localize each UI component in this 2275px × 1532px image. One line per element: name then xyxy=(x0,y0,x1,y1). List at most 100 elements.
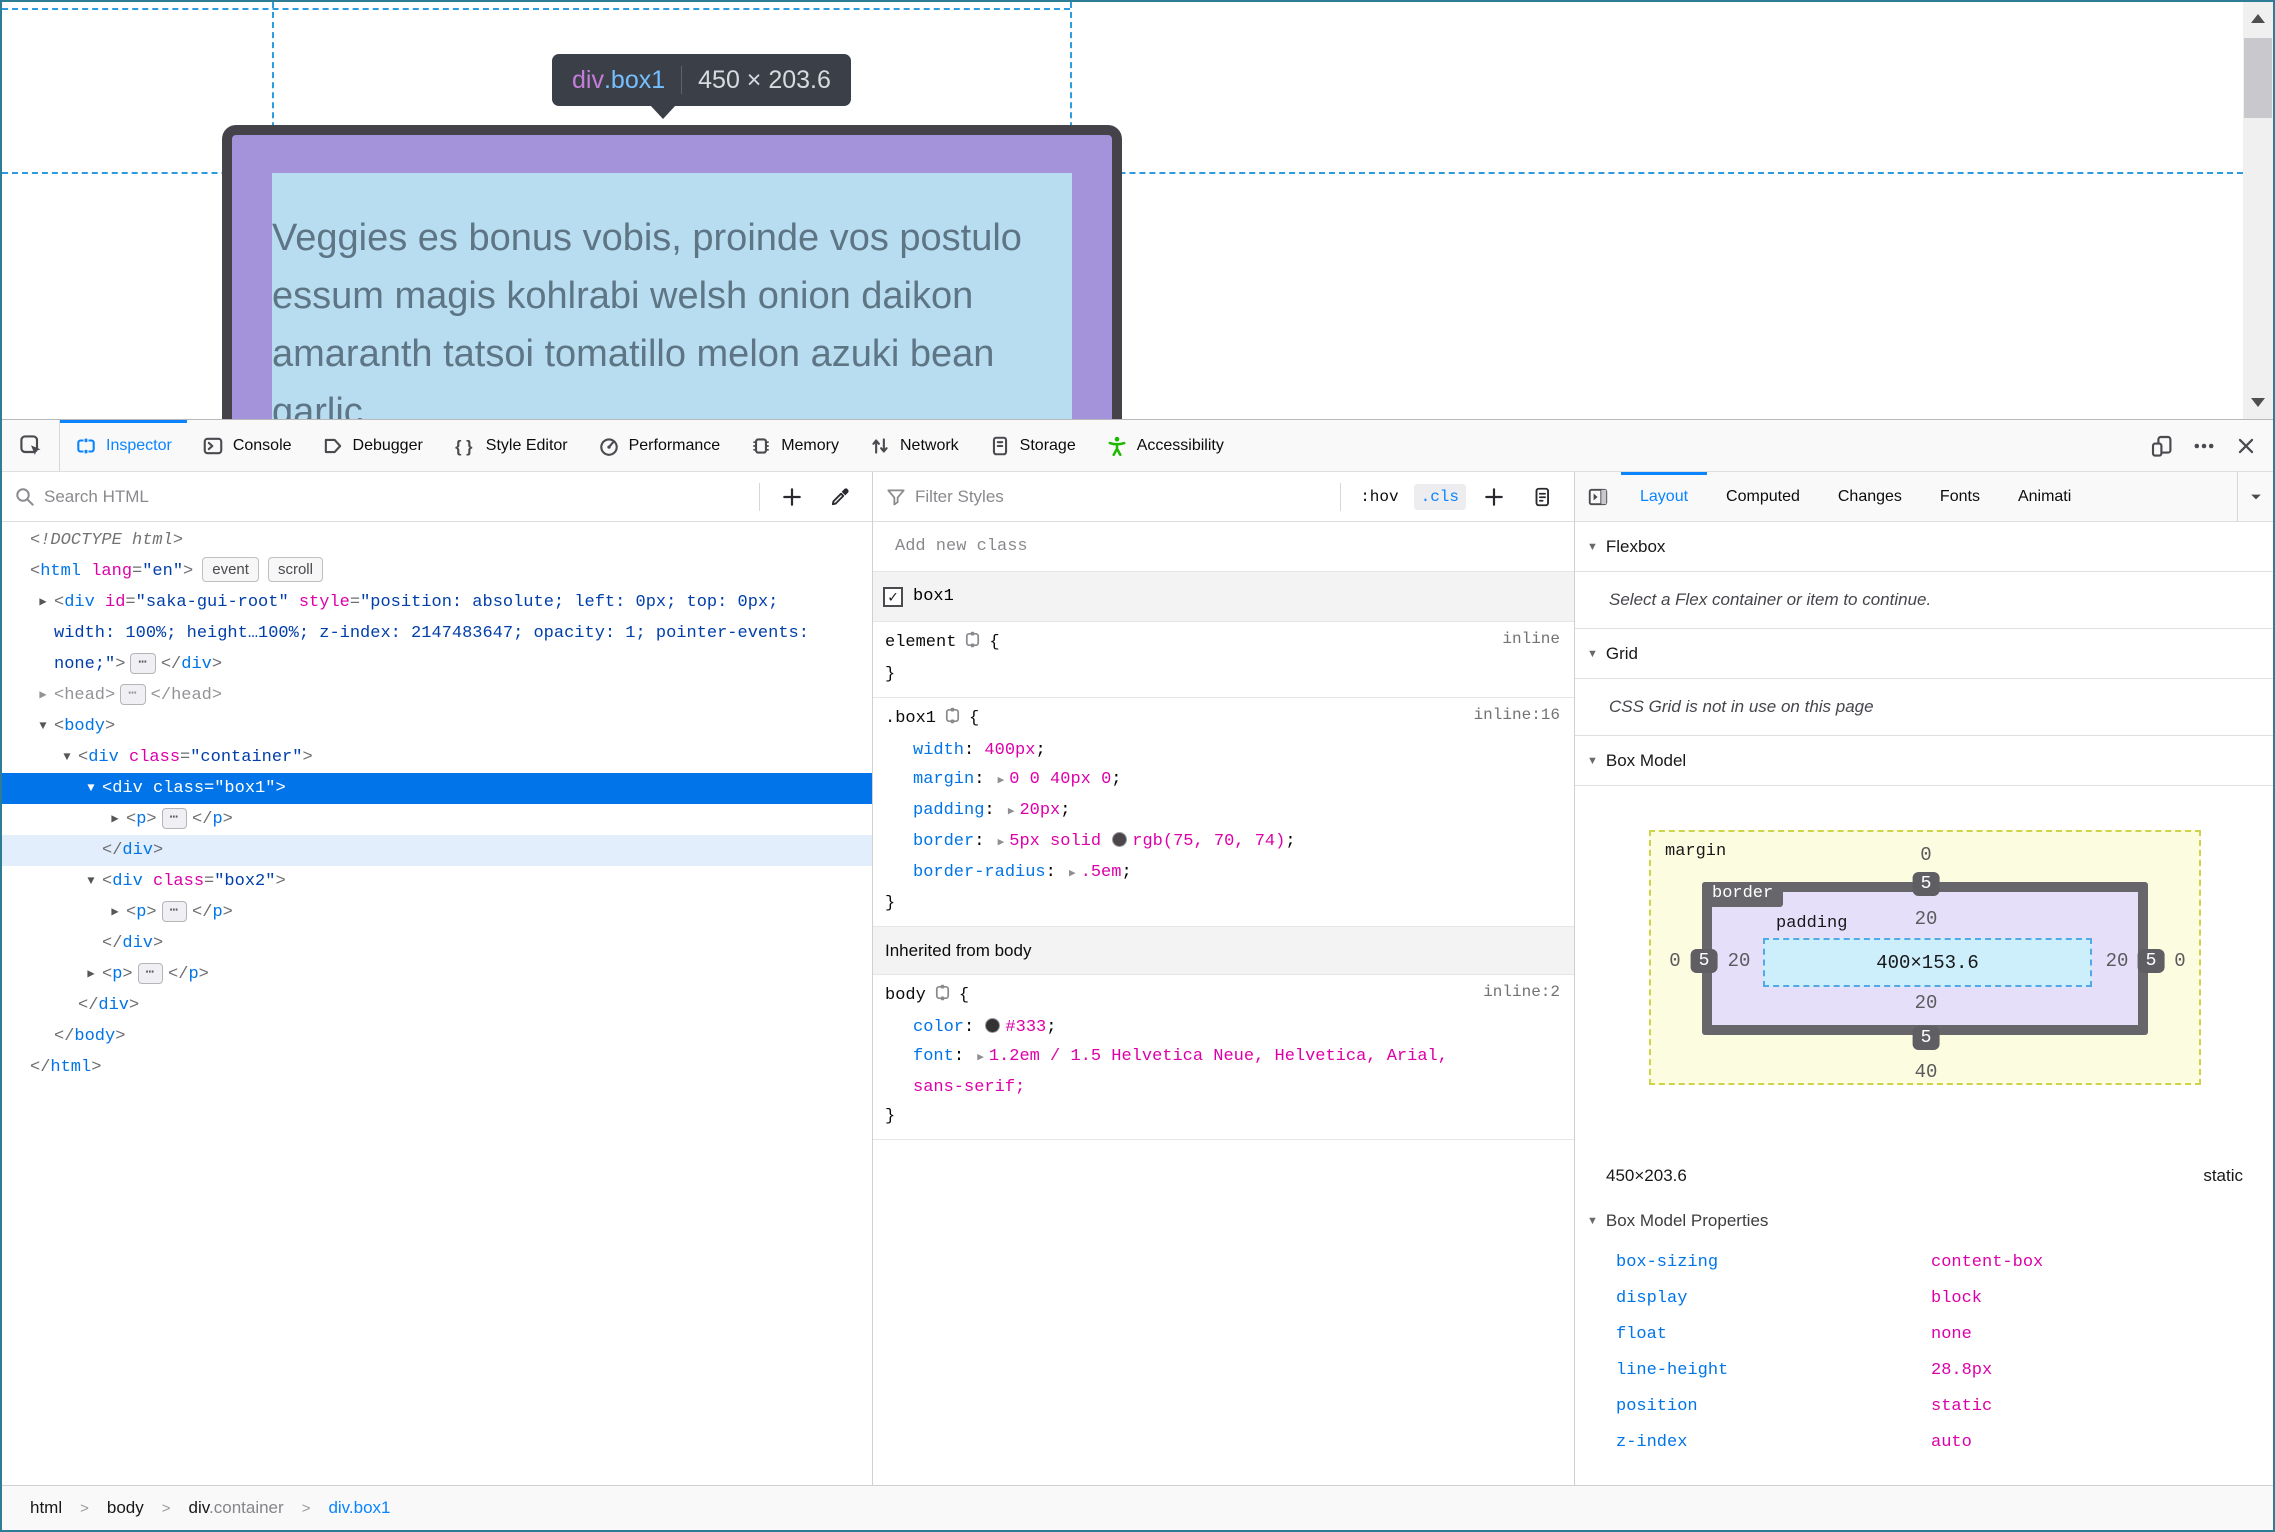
expand-inline-button[interactable]: ⋯ xyxy=(161,901,188,922)
box-model-property-display[interactable]: display block xyxy=(1575,1280,2273,1316)
css-declaration-color[interactable]: color: #333; xyxy=(873,1013,1574,1042)
border-top-value[interactable]: 5 xyxy=(1912,872,1940,896)
padding-right-value[interactable]: 20 xyxy=(2106,950,2129,972)
markup-node[interactable]: </html> xyxy=(2,1052,872,1083)
expand-shorthand-icon[interactable]: ▶ xyxy=(974,1052,989,1064)
scroll-badge[interactable]: scroll xyxy=(267,557,323,582)
box-model-content-box[interactable]: 400×153.6 xyxy=(1763,938,2092,987)
boxmodel-section-header[interactable]: ▼ Box Model xyxy=(1575,736,2273,786)
pseudo-class-toggle[interactable]: .cls xyxy=(1413,483,1466,510)
add-node-button[interactable] xyxy=(772,477,812,517)
expand-shorthand-icon[interactable]: ▶ xyxy=(1005,806,1020,818)
expand-shorthand-icon[interactable]: ▶ xyxy=(995,775,1010,787)
tab-inspector[interactable]: Inspector xyxy=(60,420,187,471)
eyedropper-button[interactable] xyxy=(820,477,860,517)
color-swatch[interactable] xyxy=(1112,832,1128,847)
markup-node[interactable]: ▼ <div class="container"> xyxy=(2,742,872,773)
expand-inline-button[interactable]: ⋯ xyxy=(120,684,146,705)
expand-twisty-icon[interactable]: ▶ xyxy=(82,959,100,990)
tab-storage[interactable]: Storage xyxy=(974,420,1091,471)
tab-debugger[interactable]: Debugger xyxy=(307,420,438,471)
markup-tree[interactable]: <!DOCTYPE html> <html lang="en"> event scro… xyxy=(2,522,872,1487)
expand-twisty-icon[interactable]: ▼ xyxy=(82,866,100,897)
markup-node[interactable]: ▼ <div class="box2"> xyxy=(2,866,872,897)
expand-inline-button[interactable]: ⋯ xyxy=(161,808,188,829)
box-model-properties-header[interactable]: ▼ Box Model Properties xyxy=(1575,1198,2273,1244)
tab-network[interactable]: Network xyxy=(854,420,974,471)
expand-twisty-icon[interactable]: ▼ xyxy=(34,711,52,742)
markup-node[interactable]: </div> xyxy=(2,990,872,1021)
sidebar-tab-computed[interactable]: Computed xyxy=(1707,472,1819,521)
padding-left-value[interactable]: 20 xyxy=(1728,950,1751,972)
page-scrollbar[interactable] xyxy=(2243,2,2273,419)
rule-source-link[interactable]: inline:16 xyxy=(1474,706,1560,724)
event-badge[interactable]: event xyxy=(202,557,259,582)
expand-twisty-icon[interactable]: ▶ xyxy=(34,587,52,618)
node-picker-button[interactable] xyxy=(2,420,60,471)
border-bottom-value[interactable]: 5 xyxy=(1912,1026,1940,1050)
rule-source-link[interactable]: inline:2 xyxy=(1483,983,1560,1001)
box-model-property-z-index[interactable]: z-index auto xyxy=(1575,1424,2273,1460)
box-model-property-position[interactable]: position static xyxy=(1575,1388,2273,1424)
markup-node[interactable]: ▶ <p> ⋯ </p> xyxy=(2,897,872,928)
expand-twisty-icon[interactable]: ▼ xyxy=(58,742,76,773)
rule-source-link[interactable]: inline xyxy=(1502,630,1560,648)
scroll-down-arrow[interactable] xyxy=(2251,398,2265,407)
css-declaration-border[interactable]: border: ▶ 5px solid rgb(75, 70, 74); xyxy=(873,827,1574,858)
padding-top-value[interactable]: 20 xyxy=(1915,908,1938,930)
markup-node[interactable]: ▶ <p> ⋯ </p> xyxy=(2,804,872,835)
markup-node[interactable]: <!DOCTYPE html> xyxy=(2,525,872,556)
markup-node[interactable]: </div> xyxy=(2,835,872,866)
pseudo-hover-toggle[interactable]: :hov xyxy=(1353,484,1405,510)
css-declaration-border-radius[interactable]: border-radius: ▶ .5em; xyxy=(873,858,1574,889)
tab-memory[interactable]: Memory xyxy=(735,420,854,471)
tab-console[interactable]: Console xyxy=(187,420,307,471)
meatball-menu-button[interactable] xyxy=(2183,420,2225,471)
filter-styles-input[interactable]: Filter Styles xyxy=(915,487,1328,507)
box-model-property-box-sizing[interactable]: box-sizing content-box xyxy=(1575,1244,2273,1280)
class-checkbox[interactable]: ✓ xyxy=(883,586,903,607)
padding-bottom-value[interactable]: 20 xyxy=(1915,992,1938,1014)
box1-rule[interactable]: .box1{ width: 400px; margin: ▶ 0 0 40px 0;… xyxy=(873,698,1574,927)
breadcrumb-item-div-box1[interactable]: div.box1 xyxy=(328,1498,390,1518)
css-declaration-padding[interactable]: padding: ▶ 20px; xyxy=(873,796,1574,827)
margin-bottom-value[interactable]: 40 xyxy=(1915,1061,1938,1083)
markup-node[interactable]: </div> xyxy=(2,928,872,959)
expand-twisty-icon[interactable]: ▶ xyxy=(106,897,124,928)
box-model-margin-box[interactable]: margin border padding 400×153.6 0 5 20 0… xyxy=(1649,830,2201,1085)
expand-inline-button[interactable]: ⋯ xyxy=(137,963,164,984)
markup-node[interactable]: <html lang="en"> event scroll xyxy=(2,556,872,587)
expand-twisty-icon[interactable]: ▶ xyxy=(34,680,52,711)
markup-node[interactable]: ▶ <head> ⋯ </head> xyxy=(2,680,872,711)
scrollbar-thumb[interactable] xyxy=(2244,38,2272,118)
print-simulation-button[interactable] xyxy=(1522,477,1562,517)
highlight-selector-icon[interactable] xyxy=(963,630,982,660)
all-tabs-button[interactable] xyxy=(2237,472,2273,521)
breadcrumb-item-div[interactable]: div.container xyxy=(189,1498,284,1518)
highlight-selector-icon[interactable] xyxy=(943,706,962,736)
sidebar-tab-changes[interactable]: Changes xyxy=(1819,472,1921,521)
margin-left-value[interactable]: 0 xyxy=(1669,950,1680,972)
grid-section-header[interactable]: ▼ Grid xyxy=(1575,629,2273,679)
margin-top-value[interactable]: 0 xyxy=(1920,844,1931,866)
close-devtools-button[interactable] xyxy=(2225,420,2267,471)
breadcrumb-item-html[interactable]: html xyxy=(30,1498,62,1518)
sidebar-tab-fonts[interactable]: Fonts xyxy=(1921,472,1999,521)
add-class-input[interactable]: Add new class xyxy=(873,522,1574,572)
border-left-value[interactable]: 5 xyxy=(1690,949,1718,973)
expand-shorthand-icon[interactable]: ▶ xyxy=(1066,868,1081,880)
markup-node[interactable]: </body> xyxy=(2,1021,872,1052)
box-model-property-line-height[interactable]: line-height 28.8px xyxy=(1575,1352,2273,1388)
expand-shorthand-icon[interactable]: ▶ xyxy=(995,837,1010,849)
flexbox-section-header[interactable]: ▼ Flexbox xyxy=(1575,522,2273,572)
markup-node[interactable]: ▶ <div id="saka-gui-root" style="position… xyxy=(2,587,872,680)
box-model-property-float[interactable]: float none xyxy=(1575,1316,2273,1352)
css-declaration-font[interactable]: font: ▶ 1.2em / 1.5 Helvetica Neue, Helve… xyxy=(873,1042,1574,1073)
tab-performance[interactable]: Performance xyxy=(583,420,736,471)
search-input[interactable]: Search HTML xyxy=(44,487,747,507)
highlight-selector-icon[interactable] xyxy=(933,983,952,1013)
breadcrumb-item-body[interactable]: body xyxy=(107,1498,144,1518)
add-rule-button[interactable] xyxy=(1474,477,1514,517)
sidebar-tab-animati[interactable]: Animati xyxy=(1999,472,2090,521)
element-rule[interactable]: element{ } inline xyxy=(873,622,1574,698)
